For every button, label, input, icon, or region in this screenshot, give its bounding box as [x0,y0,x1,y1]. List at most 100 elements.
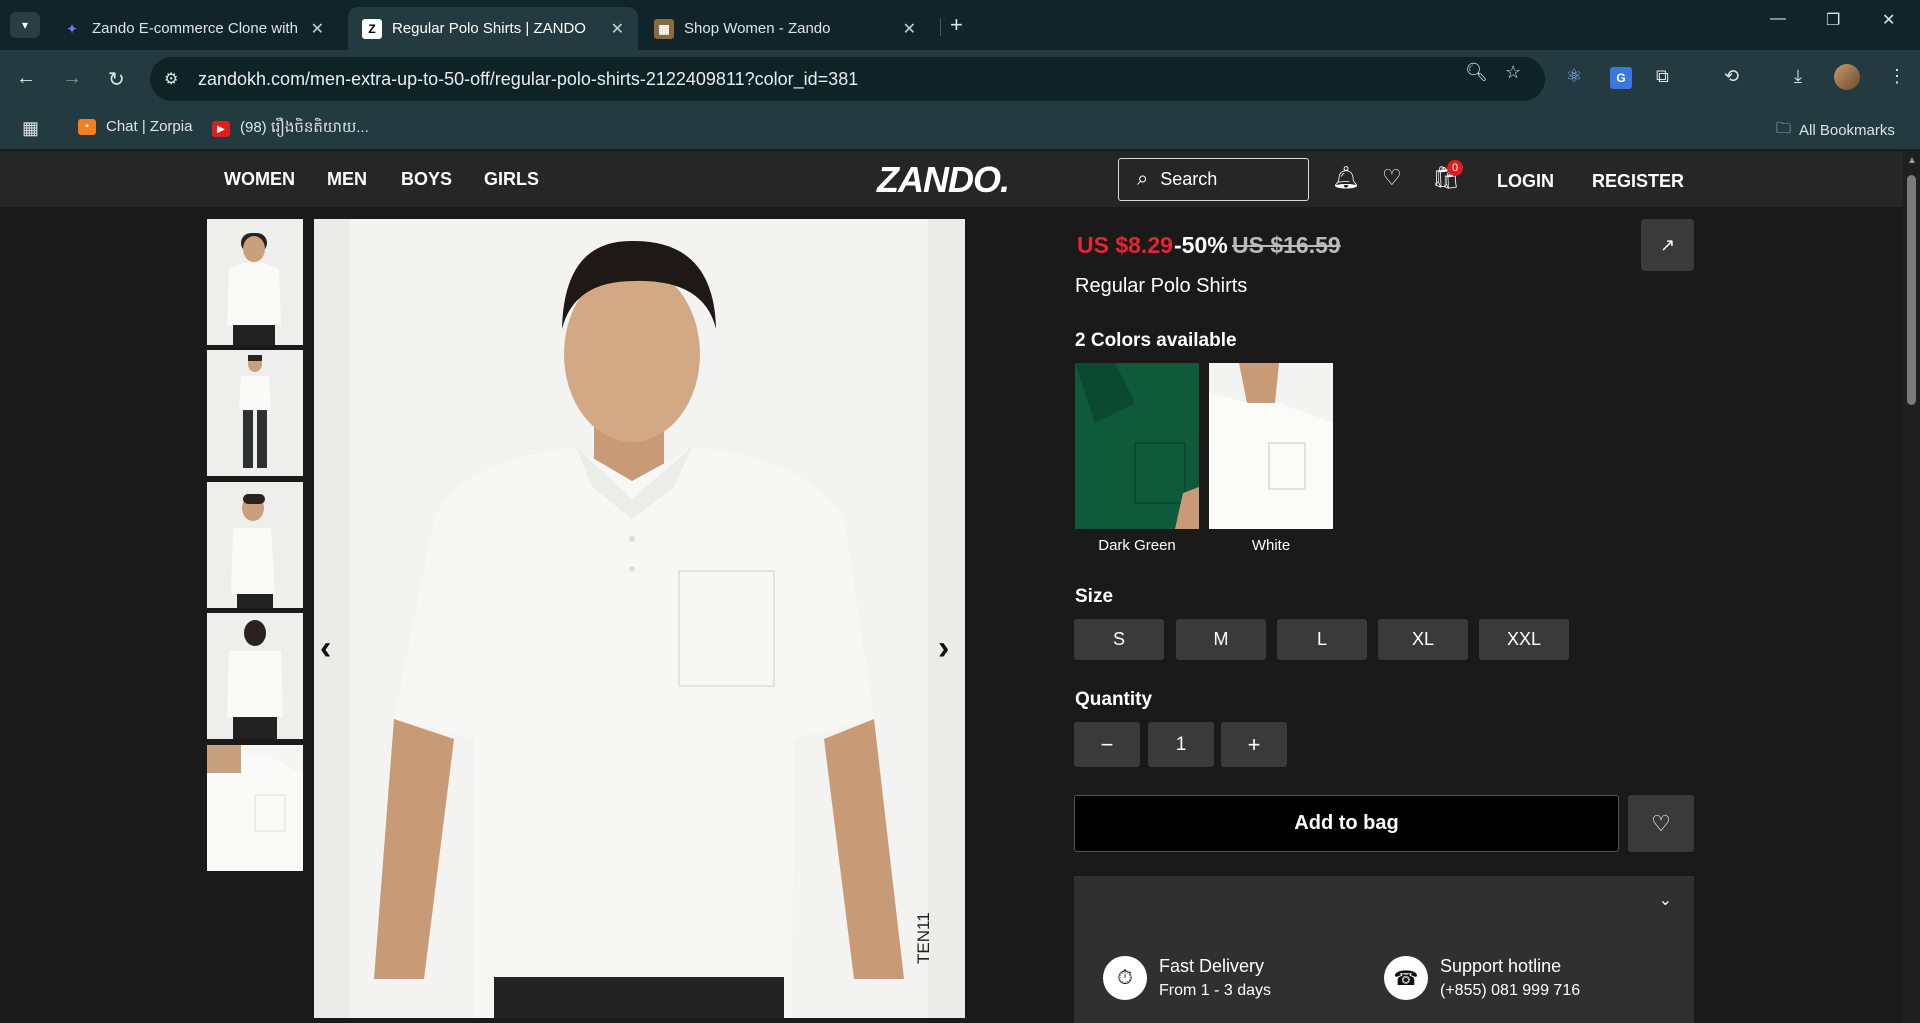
heart-icon[interactable]: ♡ [1382,165,1402,191]
product-thumbnail-3[interactable] [207,482,303,608]
browser-toolbar: ← → ↻ ⚙ zandokh.com/men-extra-up-to-50-o… [0,50,1920,108]
zorpia-icon: ▪ [78,118,96,135]
zoom-icon[interactable]: 🔍︎ [1465,62,1488,83]
all-bookmarks[interactable]: 🗀 All Bookmarks [1776,118,1895,143]
site-info-icon[interactable]: ⚙ [164,69,186,89]
profile-avatar[interactable] [1834,64,1860,90]
react-devtools-icon[interactable]: ⚛ [1566,66,1582,87]
restore-icon[interactable]: ❐ [1826,10,1840,30]
product-thumbnail-1[interactable] [207,219,303,345]
nav-girls[interactable]: GIRLS [484,169,539,190]
close-tab-icon[interactable]: ✕ [903,19,916,39]
feature-fast-delivery-title: Fast Delivery [1159,956,1265,976]
tab-search-button[interactable]: ▾ [10,12,40,38]
feature-support-title: Support hotline [1440,956,1562,976]
reload-icon[interactable]: ↻ [108,67,125,92]
browser-tab-active[interactable]: Z Regular Polo Shirts | ZANDO ✕ [348,7,638,50]
tab-divider [940,18,941,36]
register-link[interactable]: REGISTER [1592,171,1684,192]
folder-icon: 🗀 [1776,120,1792,137]
bookmark-star-icon[interactable]: ☆ [1505,62,1521,83]
scroll-up-icon[interactable]: ▲ [1907,155,1917,166]
wishlist-button[interactable]: ♡ [1628,795,1694,852]
site-header: WOMEN MEN BOYS GIRLS ZANDO. ⌕ Search 🔔︎ … [0,151,1903,207]
share-button[interactable]: ↗ [1641,219,1694,271]
model-full-body-image [239,355,271,468]
browser-tab-codeium[interactable]: ✦ Zando E-commerce Clone with ✕ [48,7,338,50]
colors-heading: 2 Colors available [1075,330,1237,351]
size-option-xl[interactable]: XL [1378,619,1468,660]
model-side-image [231,494,275,608]
color-label-dark-green: Dark Green [1098,537,1176,554]
sale-price: US $8.29 [1077,232,1173,258]
heart-icon: ♡ [1651,810,1671,836]
size-option-xxl[interactable]: XXL [1479,619,1569,660]
zando-image-favicon: ▦ [654,18,674,39]
browser-tab-bar: ▾ ✦ Zando E-commerce Clone with ✕ Z Regu… [0,0,1920,50]
zando-logo[interactable]: ZANDO. [877,159,1010,201]
zando-favicon: Z [362,18,382,39]
quantity-decrease-button[interactable]: − [1074,722,1140,767]
add-to-bag-button[interactable]: Add to bag [1074,795,1619,852]
product-thumbnail-4[interactable] [207,613,303,739]
model-polo-shirt-image [374,240,904,1018]
next-image-chevron-icon[interactable]: › [938,629,949,668]
chevron-down-icon[interactable]: ⌄ [1659,890,1672,910]
history-icon[interactable]: ⟲ [1724,66,1739,87]
address-bar[interactable]: ⚙ zandokh.com/men-extra-up-to-50-off/reg… [150,57,1545,101]
apps-grid-icon[interactable]: ▦ [22,118,39,139]
url-text[interactable]: zandokh.com/men-extra-up-to-50-off/regul… [198,69,858,90]
product-name: Regular Polo Shirts [1075,275,1248,297]
product-thumbnail-2[interactable] [207,350,303,476]
white-shirt-image [1209,363,1333,529]
codeium-icon: ✦ [66,21,78,36]
quantity-increase-button[interactable]: + [1221,722,1287,767]
forward-arrow-icon[interactable]: → [62,67,82,90]
model-back-image [227,620,283,739]
bookmark-zorpia[interactable]: ▪ Chat | Zorpia [78,118,192,135]
download-icon[interactable]: ⤓ [1794,66,1802,87]
back-arrow-icon[interactable]: ← [16,67,36,90]
search-icon: ⌕ [1137,168,1149,190]
bookmark-youtube[interactable]: ▶ (98) រឿងចិនតិយាយ... [212,118,369,140]
youtube-icon: ▶ [212,121,230,137]
scrollbar-thumb[interactable] [1907,175,1916,405]
close-window-icon[interactable]: ✕ [1882,10,1895,30]
login-link[interactable]: LOGIN [1497,171,1554,192]
color-swatch-dark-green[interactable] [1075,363,1199,529]
color-label-white: White [1251,537,1291,554]
minus-icon: − [1100,731,1114,757]
close-tab-icon[interactable]: ✕ [311,19,324,39]
quantity-value: 1 [1148,722,1214,767]
page-scrollbar[interactable]: ▲ [1903,151,1920,1023]
discount-percent: -50% [1174,232,1228,258]
browser-tab-shop-women[interactable]: ▦ Shop Women - Zando ✕ [640,7,930,50]
new-tab-icon[interactable]: + [950,12,963,38]
product-thumbnail-5[interactable] [207,745,303,871]
search-button[interactable]: ⌕ Search [1118,158,1309,201]
size-option-m[interactable]: M [1176,619,1266,660]
prev-image-chevron-icon[interactable]: ‹ [320,629,331,668]
feature-fast-delivery-subtitle: From 1 - 3 days [1159,982,1272,999]
bell-icon[interactable]: 🔔︎ [1332,165,1360,191]
close-tab-icon[interactable]: ✕ [611,19,624,39]
size-heading: Size [1075,586,1114,607]
google-translate-icon[interactable]: G [1610,67,1632,89]
size-option-l[interactable]: L [1277,619,1367,660]
color-swatch-white[interactable] [1209,363,1333,529]
nav-men[interactable]: MEN [327,169,367,190]
extensions-puzzle-icon[interactable]: ⧉ [1656,66,1669,87]
delivery-info-panel: ⌄ ⏱ Fast Delivery From 1 - 3 days ☎ Supp… [1074,876,1694,1023]
image-sku-tag: TEN11 [914,912,933,964]
size-option-s[interactable]: S [1074,619,1164,660]
chevron-down-icon: ▾ [21,18,29,32]
nav-women[interactable]: WOMEN [224,169,295,190]
product-main-image[interactable]: ‹ › TEN11 [314,219,965,1018]
original-price: US $16.59 [1232,232,1341,258]
minimize-icon[interactable]: — [1770,10,1786,28]
browser-menu-icon[interactable]: ⋮ [1888,66,1906,87]
feature-support-phone[interactable]: (+855) 081 999 716 [1440,982,1580,1000]
model-front-image [227,233,281,345]
dark-green-shirt-image [1075,363,1199,529]
nav-boys[interactable]: BOYS [401,169,452,190]
